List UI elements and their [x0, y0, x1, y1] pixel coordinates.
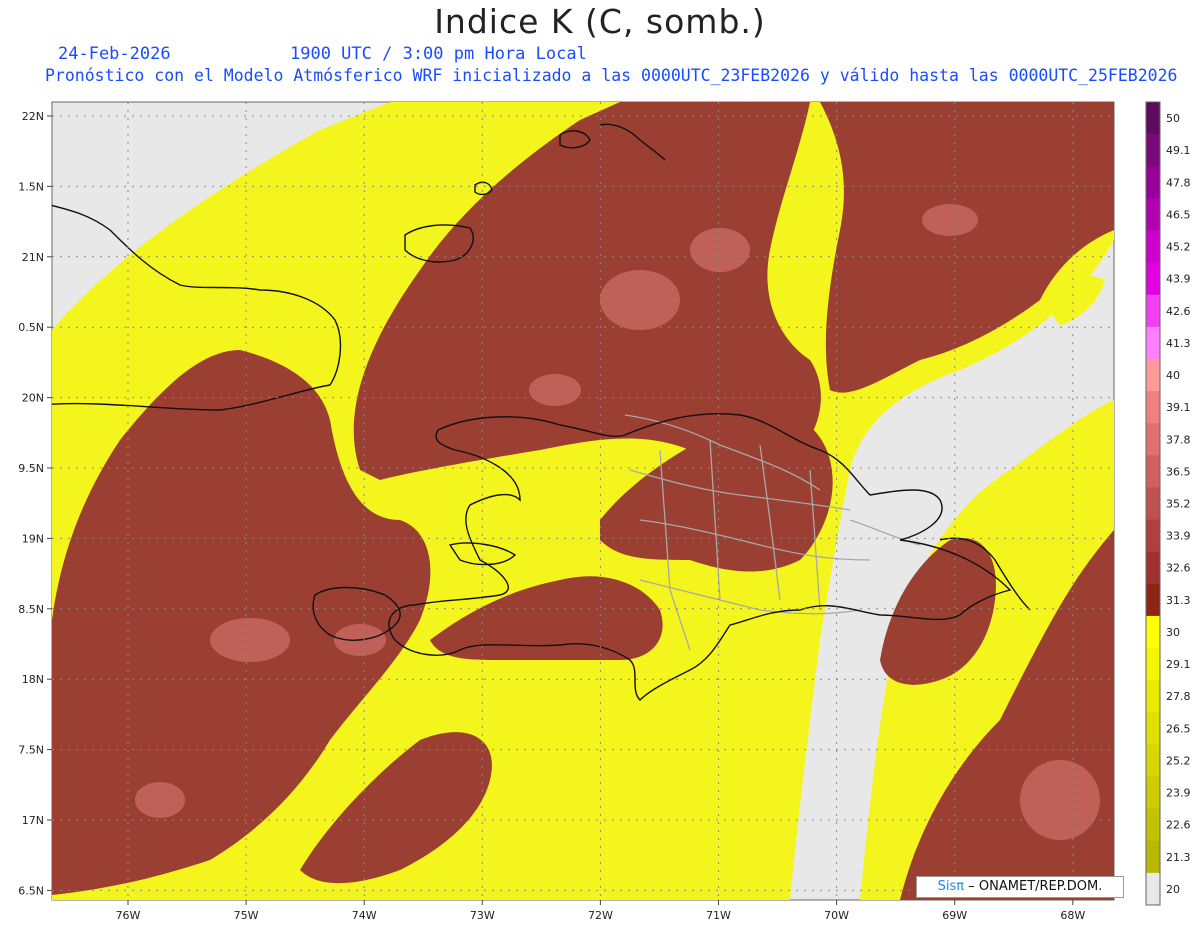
- lon-label: 73W: [470, 909, 495, 922]
- credit-organization: – ONAMET/REP.DOM.: [968, 879, 1103, 894]
- colorbar-swatch: [1146, 262, 1160, 296]
- colorbar-label: 31.3: [1166, 594, 1191, 607]
- colorbar-label: 40: [1166, 369, 1180, 382]
- map-figure: 22N 1.5N 21N 0.5N 20N 9.5N 19N 8.5N 18N 7.5N 17N 6.…: [18, 101, 1191, 922]
- lon-label: 68W: [1060, 909, 1085, 922]
- colorbar-label: 23.9: [1166, 787, 1191, 800]
- colorbar-label: 29.1: [1166, 658, 1191, 671]
- colorbar-label: 27.8: [1166, 690, 1191, 703]
- lat-label: 1.5N: [18, 180, 44, 193]
- colorbar-label: 47.8: [1166, 176, 1191, 189]
- colorbar-label: 20: [1166, 883, 1180, 896]
- lat-label: 22N: [22, 110, 44, 123]
- colorbar-label: 35.2: [1166, 498, 1191, 511]
- colorbar-label: 22.6: [1166, 819, 1191, 832]
- colorbar-swatch: [1146, 391, 1160, 424]
- colorbar-swatch: [1146, 551, 1160, 585]
- lon-label: 75W: [234, 909, 259, 922]
- colorbar-swatch: [1146, 680, 1160, 713]
- colorbar-swatch: [1146, 166, 1160, 199]
- colorbar-swatch: [1146, 744, 1160, 778]
- lat-label: 17N: [22, 814, 44, 827]
- latitude-axis: 22N 1.5N 21N 0.5N 20N 9.5N 19N 8.5N 18N 7.5N 17N 6.…: [18, 110, 52, 897]
- colorbar-label: 42.6: [1166, 305, 1191, 318]
- colorbar-label: 25.2: [1166, 754, 1191, 767]
- longitude-axis: 76W 75W 74W 73W 72W 71W 70W 69W 68W: [116, 900, 1085, 922]
- colorbar-label: 39.1: [1166, 401, 1191, 414]
- lat-label: 21N: [22, 251, 44, 264]
- colorbar-label: 45.2: [1166, 241, 1191, 254]
- colorbar-swatch: [1146, 455, 1160, 488]
- colorbar-label: 32.6: [1166, 562, 1191, 575]
- colorbar-label: 43.9: [1166, 273, 1191, 286]
- colorbar-swatch: [1146, 326, 1160, 360]
- lon-label: 69W: [942, 909, 967, 922]
- lat-label: 9.5N: [18, 462, 44, 475]
- lat-label: 19N: [22, 532, 44, 545]
- colorbar-swatch: [1146, 648, 1160, 681]
- lat-label: 0.5N: [18, 321, 44, 334]
- colorbar-swatch: [1146, 808, 1160, 842]
- colorbar-swatch: [1146, 102, 1160, 135]
- lon-label: 74W: [352, 909, 377, 922]
- lon-label: 71W: [706, 909, 731, 922]
- lat-label: 8.5N: [18, 603, 44, 616]
- colorbar-swatch: [1146, 358, 1160, 392]
- lat-label: 20N: [22, 392, 44, 405]
- colorbar-label: 26.5: [1166, 722, 1191, 735]
- colorbar-swatch: [1146, 712, 1160, 745]
- colorbar-label: 36.5: [1166, 465, 1191, 478]
- colorbar-swatch: [1146, 840, 1160, 874]
- colorbar-swatch: [1146, 423, 1160, 456]
- sis-label: Sisπ: [937, 879, 965, 894]
- colorbar-swatch: [1146, 487, 1160, 521]
- colorbar-swatch: [1146, 134, 1160, 167]
- colorbar-label: 46.5: [1166, 208, 1191, 221]
- lat-label: 6.5N: [18, 884, 44, 897]
- colorbar-swatch: [1146, 583, 1160, 617]
- colorbar-swatch: [1146, 294, 1160, 328]
- lat-label: 18N: [22, 673, 44, 686]
- colorbar-swatch: [1146, 198, 1160, 231]
- lon-label: 76W: [116, 909, 141, 922]
- credit-label: Sisπ – ONAMET/REP.DOM.: [916, 876, 1124, 898]
- colorbar-swatch: [1146, 615, 1160, 649]
- lon-label: 72W: [588, 909, 613, 922]
- colorbar-swatch: [1146, 230, 1160, 264]
- colorbar-label: 49.1: [1166, 144, 1191, 157]
- colorbar-label: 33.9: [1166, 530, 1191, 543]
- colorbar-label: 41.3: [1166, 337, 1191, 350]
- colorbar-label: 50: [1166, 112, 1180, 125]
- colorbar-label: 37.8: [1166, 433, 1191, 446]
- lon-label: 70W: [824, 909, 849, 922]
- colorbar-swatch: [1146, 519, 1160, 553]
- colorbar-swatch: [1146, 872, 1160, 906]
- lat-label: 7.5N: [18, 744, 44, 757]
- colorbar-label: 30: [1166, 626, 1180, 639]
- colorbar: 50 49.1 47.8 46.5 45.2 43.9 42.6 41.3 40 39.1 37.8…: [1145, 101, 1191, 906]
- colorbar-swatch: [1146, 776, 1160, 810]
- colorbar-label: 21.3: [1166, 851, 1191, 864]
